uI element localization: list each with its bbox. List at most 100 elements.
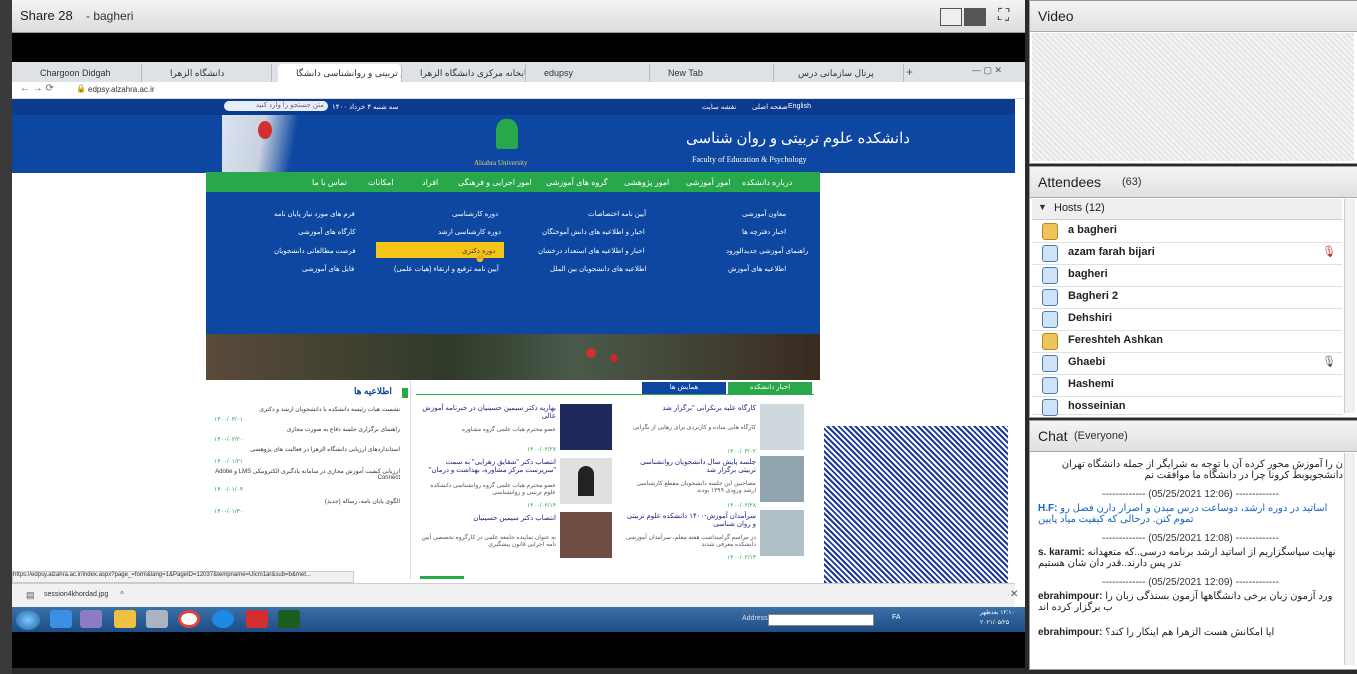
ie-icon[interactable]	[50, 610, 72, 628]
news-thumbnail[interactable]	[760, 456, 804, 502]
new-tab-icon[interactable]: +	[906, 65, 913, 79]
attendees-scrollbar[interactable]	[1344, 199, 1355, 413]
news-thumbnail[interactable]	[560, 458, 612, 504]
menu-item[interactable]: اخبار دفترچه ها	[742, 228, 786, 236]
anydesk-icon[interactable]	[246, 610, 268, 628]
browser-tab[interactable]: ک‌تریستاس کتابخانه مرکزی دانشگاه الزهرا	[402, 64, 526, 82]
clock-date[interactable]: ۲۰۲۱/۰۵/۲۵	[980, 619, 1009, 626]
attendee-row[interactable]: Fereshteh Ashkan	[1032, 330, 1342, 353]
attendee-row[interactable]: hosseinian	[1032, 396, 1342, 416]
lang-indicator[interactable]: FA	[892, 614, 901, 621]
news-thumbnail[interactable]	[760, 510, 804, 556]
url-field[interactable]: edpsy.alzahra.ac.ir	[88, 85, 155, 94]
sitemap-link[interactable]: نقشه سایت	[702, 103, 736, 111]
chat-message: ebrahimpour: ورد آزمون زبان برخی دانشگاه…	[1038, 591, 1343, 613]
hosts-group[interactable]: ▼ Hosts (12)	[1032, 199, 1342, 220]
site-search-input[interactable]: متن جستجو را وارد کنید	[224, 101, 328, 111]
chevron-down-icon[interactable]: ▼	[1038, 202, 1047, 212]
more-button[interactable]	[420, 576, 464, 579]
full-view-icon[interactable]	[964, 8, 986, 26]
attendee-row[interactable]: Hashemi	[1032, 374, 1342, 397]
fit-width-icon[interactable]	[940, 8, 962, 26]
menu-item[interactable]: آیین نامه ترفیع و ارتقاء (هیات علمی)	[394, 265, 499, 273]
attendee-row[interactable]: Ghaebi 🎙	[1032, 352, 1342, 375]
nav-item[interactable]: گروه های آموزشی	[546, 178, 608, 187]
attendee-row[interactable]: Dehshiri	[1032, 308, 1342, 331]
nav-item[interactable]: افراد	[422, 178, 438, 187]
news-title[interactable]: سرآمدان آموزش-۱۴۰۰ دانشکده علوم تربیتی و…	[626, 512, 756, 528]
nav-item[interactable]: امور آموزشی	[686, 178, 731, 187]
attendee-row[interactable]: bagheri	[1032, 264, 1342, 287]
browser-tab[interactable]: پرتال سازمانی درس	[780, 64, 904, 82]
start-button[interactable]	[16, 610, 40, 630]
news-thumbnail[interactable]	[760, 404, 804, 450]
nav-item[interactable]: درباره دانشکده	[742, 178, 792, 187]
nav-item[interactable]: تماس با ما	[312, 178, 347, 187]
announcement-item[interactable]: نشست هیات رئیسه دانشکده با دانشجویان ارش…	[214, 406, 400, 413]
printer-icon[interactable]	[146, 610, 168, 628]
host-icon	[1042, 289, 1058, 306]
chrome-icon[interactable]	[178, 610, 200, 628]
menu-item[interactable]: فایل های آموزشی	[302, 265, 354, 273]
nav-item[interactable]: امور اجرایی و فرهنگی	[458, 178, 532, 187]
menu-item[interactable]: اطلاعیه های آموزش	[728, 265, 786, 273]
browser-tab-active[interactable]: دانشکده علوم تربیتی و روانشناسی دانشگا	[278, 64, 402, 82]
browser-tab[interactable]: Chargoon Didgah	[22, 64, 142, 82]
browser-tab[interactable]: edupsy	[526, 64, 650, 82]
browser-tab[interactable]: دانشگاه الزهرا	[152, 64, 272, 82]
browser-tab[interactable]: New Tab	[650, 64, 774, 82]
menu-item[interactable]: دوره کارشناسی ارشد	[438, 228, 501, 236]
edge-icon[interactable]	[212, 610, 234, 628]
news-title[interactable]: کارگاه علیه برنکرانی "برگزار شد	[626, 404, 756, 412]
chevron-up-icon[interactable]: ^	[120, 590, 124, 599]
attendee-row[interactable]: Bagheri 2	[1032, 286, 1342, 309]
excel-icon[interactable]	[278, 610, 300, 628]
news-thumbnail[interactable]	[560, 404, 612, 450]
menu-item[interactable]: دوره کارشناسی	[452, 210, 498, 218]
chat-scrollbar[interactable]	[1344, 453, 1355, 665]
close-icon[interactable]: ✕	[1010, 589, 1018, 600]
menu-item[interactable]: فرم های مورد نیاز پایان نامه	[274, 210, 355, 218]
nav-arrows-icon[interactable]: ← → ⟳	[20, 83, 54, 94]
menu-item[interactable]: اطلاعیه های دانشجویان بین الملل	[550, 265, 647, 273]
clock-time[interactable]: ۱۲:۱۰ بعدظهر	[980, 609, 1015, 616]
attendees-pod: Attendees (63) ▼ Hosts (12) a bagheri az…	[1029, 166, 1357, 418]
menu-item[interactable]: اخبار و اطلاعیه های استعداد درخشان	[538, 247, 644, 255]
announcement-item[interactable]: ارزیابی کیفیت آموزش مجازی در سامانه یادگ…	[214, 468, 400, 481]
home-link[interactable]: صفحه اصلی	[752, 103, 788, 111]
address-input[interactable]	[768, 614, 874, 626]
news-desc: کارگاه هایی ساده و کاربردی برای رهایی از…	[632, 425, 756, 431]
news-thumbnail[interactable]	[560, 512, 612, 558]
news-title[interactable]: بهاریه دکتر سیمین حسینیان در خبرنامه آمو…	[420, 404, 556, 420]
nav-item[interactable]: امور پژوهشی	[624, 178, 669, 187]
news-title[interactable]: انتصاب دکتر سیمین حسینیان	[420, 514, 556, 522]
site-topbar: English صفحه اصلی نقشه سایت سه شنبه ۴ خر…	[12, 99, 1015, 115]
announcement-item[interactable]: راهنمای برگزاری جلسه دفاع به صورت مجازی	[214, 426, 400, 433]
news-title[interactable]: جلسه پایش سال دانشجویان روانشناسی تربیتی…	[626, 458, 756, 474]
announcement-item[interactable]: الگوی پایان نامه، رساله (جدید)	[214, 498, 400, 505]
news-title[interactable]: انتصاب دکتر "شقایق زهرایی" به سمت "سرپرس…	[420, 458, 556, 474]
host-icon	[1042, 245, 1058, 262]
chat-text: اساتید در دوره ارشد، دوساعت درس مبدن و ا…	[1038, 503, 1328, 525]
menu-item[interactable]: اخبار و اطلاعیه های دانش آموختگان	[542, 228, 645, 236]
chat-message: ebrahimpour: ایا امکانش هست الزهرا هم ای…	[1038, 627, 1343, 638]
tab-conferences[interactable]: همایش ها	[642, 382, 726, 394]
menu-item[interactable]: فرصت مطالعاتی دانشجویان	[274, 247, 356, 255]
lang-link[interactable]: English	[788, 103, 811, 110]
news-desc: به عنوان نماینده جامعه علمی در کارگروه ت…	[421, 535, 556, 548]
announcement-item[interactable]: استانداردهای ارزیابی دانشگاه الزهرا در ف…	[214, 446, 400, 453]
attendee-row[interactable]: azam farah bijari 🎙	[1032, 242, 1342, 265]
menu-item[interactable]: راهنمای آموزشی جدیدالورود	[726, 247, 808, 255]
download-file[interactable]: session4khordad.jpg	[44, 591, 108, 598]
nav-item[interactable]: امکانات	[368, 178, 394, 187]
tab-news[interactable]: اخبار دانشکده	[728, 382, 812, 394]
chat-scope[interactable]: (Everyone)	[1074, 430, 1128, 442]
attendee-row[interactable]: a bagheri	[1032, 220, 1342, 243]
menu-item[interactable]: آیین نامه اختصاصات	[588, 210, 646, 218]
menu-item[interactable]: کارگاه های آموزشی	[298, 228, 356, 236]
media-player-icon[interactable]	[80, 610, 102, 628]
window-controls-icon[interactable]: — ▢ ✕	[972, 65, 1002, 76]
fullscreen-icon[interactable]: ⛶	[998, 7, 1016, 25]
folder-icon[interactable]	[114, 610, 136, 628]
menu-item[interactable]: معاون آموزشی	[742, 210, 786, 218]
